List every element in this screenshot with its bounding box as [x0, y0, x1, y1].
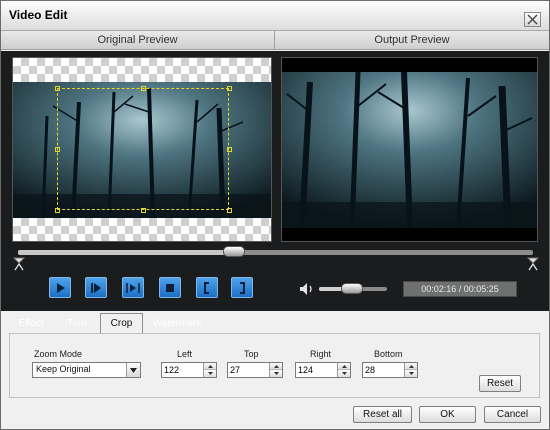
bottom-input[interactable] — [365, 364, 403, 376]
next-frame-button[interactable] — [85, 277, 107, 298]
crop-handle-right[interactable] — [227, 147, 232, 152]
seek-thumb[interactable] — [222, 246, 245, 257]
window-title: Video Edit — [9, 8, 68, 22]
play-button[interactable] — [49, 277, 71, 298]
top-label: Top — [244, 349, 259, 359]
arrow-up-icon — [341, 364, 347, 368]
left-label: Left — [177, 349, 193, 359]
tab-watermark[interactable]: Watermark — [149, 315, 205, 333]
bottom-decrement-button[interactable] — [405, 370, 417, 377]
cancel-button[interactable]: Cancel — [484, 406, 541, 423]
right-label: Right — [310, 349, 332, 359]
step-button[interactable] — [122, 277, 144, 298]
arrow-up-icon — [207, 364, 213, 368]
arrow-up-icon — [408, 364, 414, 368]
crop-handle-left[interactable] — [55, 147, 60, 152]
ok-button[interactable]: OK — [419, 406, 476, 423]
next-frame-icon — [91, 282, 101, 293]
left-decrement-button[interactable] — [204, 370, 216, 377]
video-edit-window: Video Edit Original Preview Output Previ… — [0, 0, 550, 430]
bottom-increment-button[interactable] — [405, 363, 417, 370]
volume-thumb[interactable] — [341, 283, 364, 294]
close-icon — [527, 14, 538, 25]
top-input[interactable] — [230, 364, 268, 376]
arrow-down-icon — [408, 372, 414, 375]
video-frame-output — [282, 72, 537, 228]
set-end-button[interactable] — [231, 277, 253, 298]
crop-handle-top-right[interactable] — [227, 86, 232, 91]
arrow-down-icon — [207, 372, 213, 375]
close-button[interactable] — [524, 12, 541, 27]
crop-rectangle[interactable] — [57, 88, 229, 210]
top-spinner[interactable] — [227, 362, 283, 378]
output-preview-header: Output Preview — [275, 31, 549, 50]
crop-handle-top-left[interactable] — [55, 86, 60, 91]
arrow-down-icon — [273, 372, 279, 375]
tab-trim[interactable]: Trim — [58, 315, 96, 333]
set-start-button[interactable] — [196, 277, 218, 298]
dropdown-arrow[interactable] — [126, 363, 140, 377]
original-preview[interactable] — [12, 57, 272, 242]
play-icon — [57, 282, 65, 293]
reset-all-button[interactable]: Reset all — [353, 406, 412, 423]
right-spinner[interactable] — [295, 362, 351, 378]
tab-effect[interactable]: Effect — [11, 315, 51, 333]
zoom-mode-select[interactable]: Keep Original — [32, 362, 141, 378]
seek-progress — [18, 250, 234, 255]
crop-handle-bottom-right[interactable] — [227, 208, 232, 213]
trim-start-marker-icon[interactable] — [13, 257, 25, 271]
crop-handle-bottom[interactable] — [141, 208, 146, 213]
chevron-down-icon — [130, 367, 137, 373]
volume-icon[interactable] — [299, 282, 315, 296]
original-preview-header: Original Preview — [1, 31, 275, 50]
trim-end-marker-icon[interactable] — [527, 257, 539, 271]
left-spinner[interactable] — [161, 362, 217, 378]
arrow-up-icon — [273, 364, 279, 368]
stop-icon — [166, 283, 174, 292]
crop-handle-bottom-left[interactable] — [55, 208, 60, 213]
volume-slider[interactable] — [319, 283, 387, 294]
zoom-mode-value: Keep Original — [36, 364, 91, 374]
right-increment-button[interactable] — [338, 363, 350, 370]
top-increment-button[interactable] — [270, 363, 282, 370]
seek-bar[interactable] — [18, 246, 533, 257]
tab-crop[interactable]: Crop — [100, 313, 143, 333]
time-display: 00:02:16 / 00:05:25 — [403, 281, 517, 297]
left-increment-button[interactable] — [204, 363, 216, 370]
right-input[interactable] — [298, 364, 336, 376]
bracket-right-icon — [240, 281, 245, 294]
top-decrement-button[interactable] — [270, 370, 282, 377]
arrow-down-icon — [341, 372, 347, 375]
left-input[interactable] — [164, 364, 202, 376]
crop-handle-top[interactable] — [141, 86, 146, 91]
right-decrement-button[interactable] — [338, 370, 350, 377]
bottom-label: Bottom — [374, 349, 403, 359]
bracket-left-icon — [204, 281, 209, 294]
reset-button[interactable]: Reset — [479, 375, 521, 392]
step-icon — [126, 282, 140, 293]
zoom-mode-label: Zoom Mode — [34, 349, 83, 359]
title-bar: Video Edit — [1, 1, 549, 31]
bottom-spinner[interactable] — [362, 362, 418, 378]
stop-button[interactable] — [159, 277, 181, 298]
output-preview — [281, 57, 538, 242]
